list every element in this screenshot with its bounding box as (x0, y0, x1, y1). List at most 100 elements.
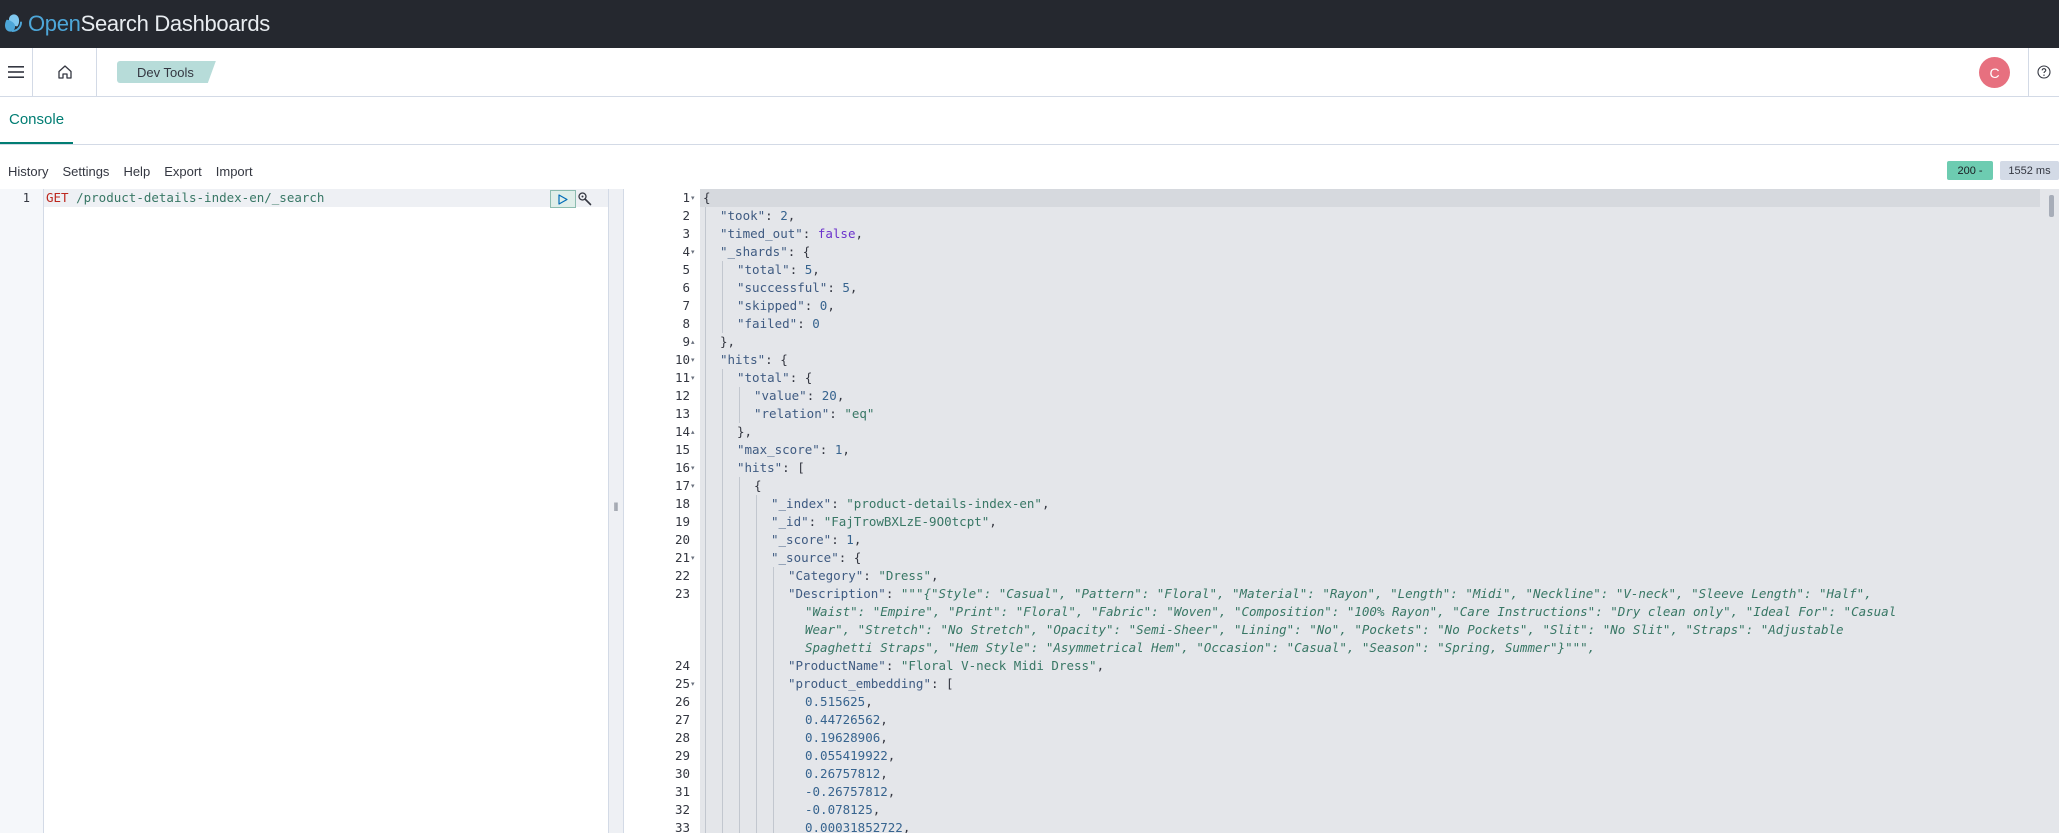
indent-guide (705, 243, 706, 261)
request-actions (550, 189, 596, 209)
indent-guide (739, 495, 740, 513)
line-number: 29 (674, 748, 690, 763)
response-line: 15 "max_score": 1, (624, 441, 2044, 459)
response-code: "total": 5, (737, 262, 820, 277)
request-line[interactable]: GET /product-details-index-en/_search (46, 190, 324, 205)
response-scrollbar[interactable] (2049, 195, 2054, 217)
response-editor[interactable]: 1 ▾{2 "took": 2, 3 "timed_out": false, 4 ▾ "_sh… (624, 189, 2059, 833)
indent-guide (756, 729, 757, 747)
indent-guide (739, 585, 740, 603)
indent-guide (705, 315, 706, 333)
response-code: "Description": """{"Style": "Casual", "P… (788, 586, 1872, 601)
tab-bar: Console (0, 97, 2059, 145)
response-line: 21 ▾ "_source": { (624, 549, 2044, 567)
fold-toggle-icon[interactable]: ▾ (691, 464, 695, 472)
fold-toggle-icon[interactable]: ▾ (691, 248, 695, 256)
line-number: 9 (682, 334, 690, 349)
response-line: 29 0.055419922, (624, 747, 2044, 765)
indent-guide (705, 405, 706, 423)
line-number: 18 (674, 496, 690, 511)
indent-guide (705, 801, 706, 819)
line-number: 12 (674, 388, 690, 403)
indent-guide (756, 585, 757, 603)
editor-resizer-handle[interactable]: ‖ (608, 189, 624, 833)
logo-text: OpenSearch Dashboards (28, 11, 270, 36)
tab-console[interactable]: Console (0, 97, 74, 144)
response-line: 8 "failed": 0 (624, 315, 2044, 333)
response-code: "_shards": { (720, 244, 811, 259)
opensearch-logo-icon (4, 14, 22, 32)
indent-guide (705, 531, 706, 549)
indent-guide (773, 675, 774, 693)
line-number: 33 (674, 820, 690, 833)
indent-guide (739, 603, 740, 621)
indent-guide (705, 297, 706, 315)
indent-guide (756, 513, 757, 531)
response-line: 12 "value": 20, (624, 387, 2044, 405)
fold-toggle-icon[interactable]: ▾ (691, 194, 695, 202)
response-code: "total": { (737, 370, 813, 385)
indent-guide (756, 693, 757, 711)
fold-toggle-icon[interactable]: ▾ (691, 356, 695, 364)
indent-guide (705, 783, 706, 801)
fold-toggle-icon[interactable]: ▾ (691, 374, 695, 382)
response-line: 13 "relation": "eq" (624, 405, 2044, 423)
line-number: 31 (674, 784, 690, 799)
line-number: 8 (682, 316, 690, 331)
line-number: 28 (674, 730, 690, 745)
indent-guide (722, 495, 723, 513)
fold-toggle-icon[interactable]: ▴ (691, 428, 695, 436)
home-icon (57, 65, 72, 79)
line-number: 27 (674, 712, 690, 727)
response-code: "product_embedding": [ (788, 676, 954, 691)
indent-guide (722, 783, 723, 801)
indent-guide (722, 459, 723, 477)
response-code: "relation": "eq" (754, 406, 875, 421)
response-line: 3 "timed_out": false, (624, 225, 2044, 243)
indent-guide (739, 657, 740, 675)
indent-guide (773, 783, 774, 801)
help-menu-button[interactable] (2028, 48, 2059, 96)
fold-toggle-icon[interactable]: ▾ (691, 680, 695, 688)
menu-toggle-button[interactable] (0, 48, 33, 96)
indent-guide (773, 729, 774, 747)
indent-guide (705, 567, 706, 585)
request-options-button[interactable] (576, 190, 594, 208)
send-request-button[interactable] (550, 190, 576, 208)
home-button[interactable] (33, 48, 97, 96)
fold-toggle-icon[interactable]: ▴ (691, 338, 695, 346)
indent-guide (773, 639, 774, 657)
indent-guide (705, 333, 706, 351)
response-line: 31 -0.26757812, (624, 783, 2044, 801)
indent-guide (705, 423, 706, 441)
indent-guide (756, 603, 757, 621)
request-editor[interactable]: 1 GET /product-details-index-en/_search (0, 189, 608, 833)
indent-guide (705, 549, 706, 567)
indent-guide (739, 783, 740, 801)
response-code: "took": 2, (720, 208, 796, 223)
fold-toggle-icon[interactable]: ▾ (691, 554, 695, 562)
indent-guide (756, 819, 757, 833)
breadcrumb-dev-tools[interactable]: Dev Tools (117, 61, 216, 83)
indent-guide (705, 225, 706, 243)
indent-guide (722, 405, 723, 423)
indent-guide (722, 585, 723, 603)
help-link[interactable]: Help (123, 164, 150, 179)
fold-toggle-icon[interactable]: ▾ (691, 482, 695, 490)
user-avatar[interactable]: C (1979, 57, 2010, 88)
response-code: "skipped": 0, (737, 298, 835, 313)
response-line: 33 0.00031852722, (624, 819, 2044, 833)
indent-guide (773, 621, 774, 639)
opensearch-logo[interactable]: OpenSearch Dashboards (4, 11, 270, 37)
export-link[interactable]: Export (164, 164, 202, 179)
indent-guide (705, 495, 706, 513)
response-code: "successful": 5, (737, 280, 858, 295)
indent-guide (756, 621, 757, 639)
indent-guide (756, 675, 757, 693)
indent-guide (739, 621, 740, 639)
history-link[interactable]: History (8, 164, 48, 179)
indent-guide (705, 747, 706, 765)
import-link[interactable]: Import (216, 164, 253, 179)
indent-guide (722, 567, 723, 585)
settings-link[interactable]: Settings (62, 164, 109, 179)
